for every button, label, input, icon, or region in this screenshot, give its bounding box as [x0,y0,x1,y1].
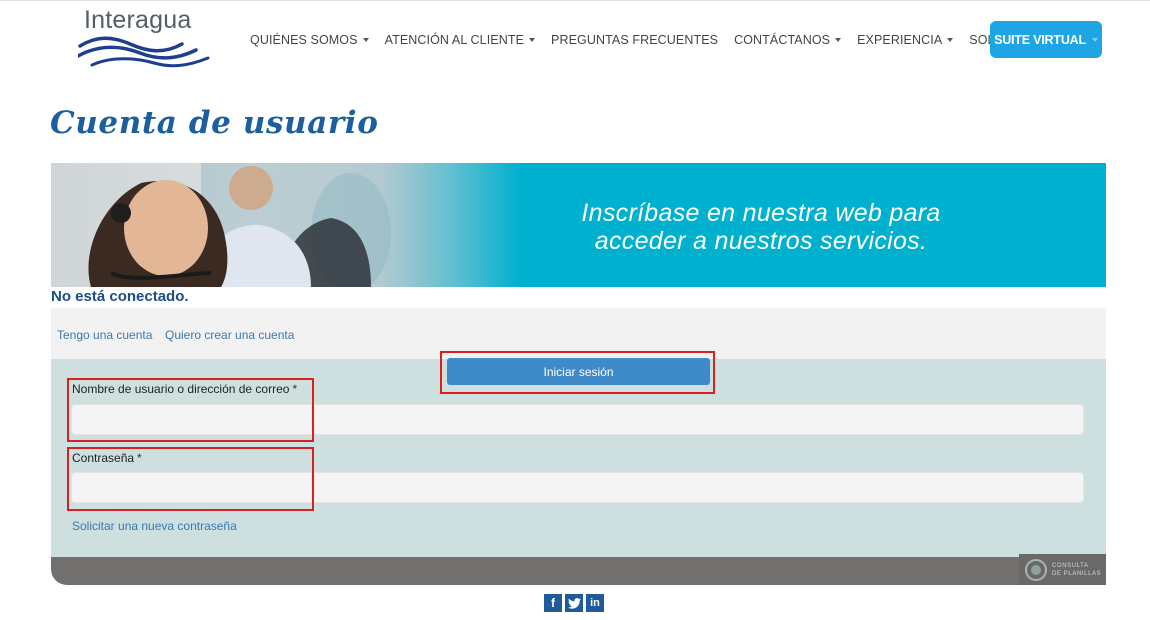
top-divider [0,0,1150,1]
suite-virtual-label: SUITE VIRTUAL [994,32,1086,47]
username-label-text: Nombre de usuario o dirección de correo [72,382,290,396]
waves-icon [78,36,210,68]
tab-crear-cuenta[interactable]: Quiero crear una cuenta [165,328,294,342]
nav-label: PREGUNTAS FRECUENTES [551,33,719,47]
twitter-icon[interactable] [565,594,583,612]
login-button[interactable]: Iniciar sesión [447,358,710,385]
required-mark: * [292,382,298,396]
username-label: Nombre de usuario o dirección de correo * [72,382,297,396]
nav-label: QUIÉNES SOMOS [250,33,358,47]
account-tabs: Tengo una cuenta Quiero crear una cuenta [51,308,1106,359]
nav-quienes-somos[interactable]: QUIÉNES SOMOS [250,33,369,47]
password-label-text: Contraseña [72,451,135,465]
nav-preguntas-frecuentes[interactable]: PREGUNTAS FRECUENTES [551,33,718,47]
forgot-password-link[interactable]: Solicitar una nueva contraseña [72,519,237,533]
username-input[interactable] [71,404,1084,435]
nav-contactanos[interactable]: CONTÁCTANOS [734,33,842,47]
password-label: Contraseña * [72,451,142,465]
planillas-line-2: DE PLANILLAS [1052,570,1102,577]
caret-down-icon [835,38,842,42]
password-input[interactable] [71,472,1084,503]
main-nav: QUIÉNES SOMOS ATENCIÓN AL CLIENTE PREGUN… [250,30,1070,50]
login-status: No está conectado. [51,288,189,305]
suite-virtual-button[interactable]: SUITE VIRTUAL [990,21,1102,58]
page-title: Cuenta de usuario [50,105,379,141]
nav-label: CONTÁCTANOS [734,33,831,47]
hero-banner: Inscríbase en nuestra web para acceder a… [51,163,1106,287]
call-center-photo [51,163,521,287]
planillas-icon [1025,558,1047,581]
interagua-logo[interactable]: Interagua [78,6,210,68]
planillas-line-1: CONSULTA [1052,562,1089,569]
banner-line-2: acceder a nuestros servicios. [594,227,928,255]
nav-label: ATENCIÓN AL CLIENTE [384,33,525,47]
agent-figure-image [88,166,391,287]
banner-line-1: Inscríbase en nuestra web para [581,199,941,227]
banner-text: Inscríbase en nuestra web para acceder a… [481,199,1041,255]
nav-label: EXPERIENCIA [857,33,943,47]
linkedin-icon[interactable]: in [586,594,604,612]
caret-down-icon [947,38,954,42]
required-mark: * [137,451,142,465]
tab-tengo-cuenta[interactable]: Tengo una cuenta [57,328,152,342]
twitter-bird-icon [567,597,581,609]
nav-atencion-cliente[interactable]: ATENCIÓN AL CLIENTE [384,33,536,47]
planillas-text: CONSULTA DE PLANILLAS [1052,562,1101,578]
caret-down-icon [362,38,369,42]
consulta-planillas-badge[interactable]: CONSULTA DE PLANILLAS [1019,554,1106,585]
nav-experiencia[interactable]: EXPERIENCIA [857,33,954,47]
logo-text: Interagua [84,6,192,34]
social-links: f in [544,594,607,612]
caret-down-icon [529,38,536,42]
footer-bar [51,557,1106,585]
caret-down-icon [1091,37,1098,42]
facebook-icon[interactable]: f [544,594,562,612]
